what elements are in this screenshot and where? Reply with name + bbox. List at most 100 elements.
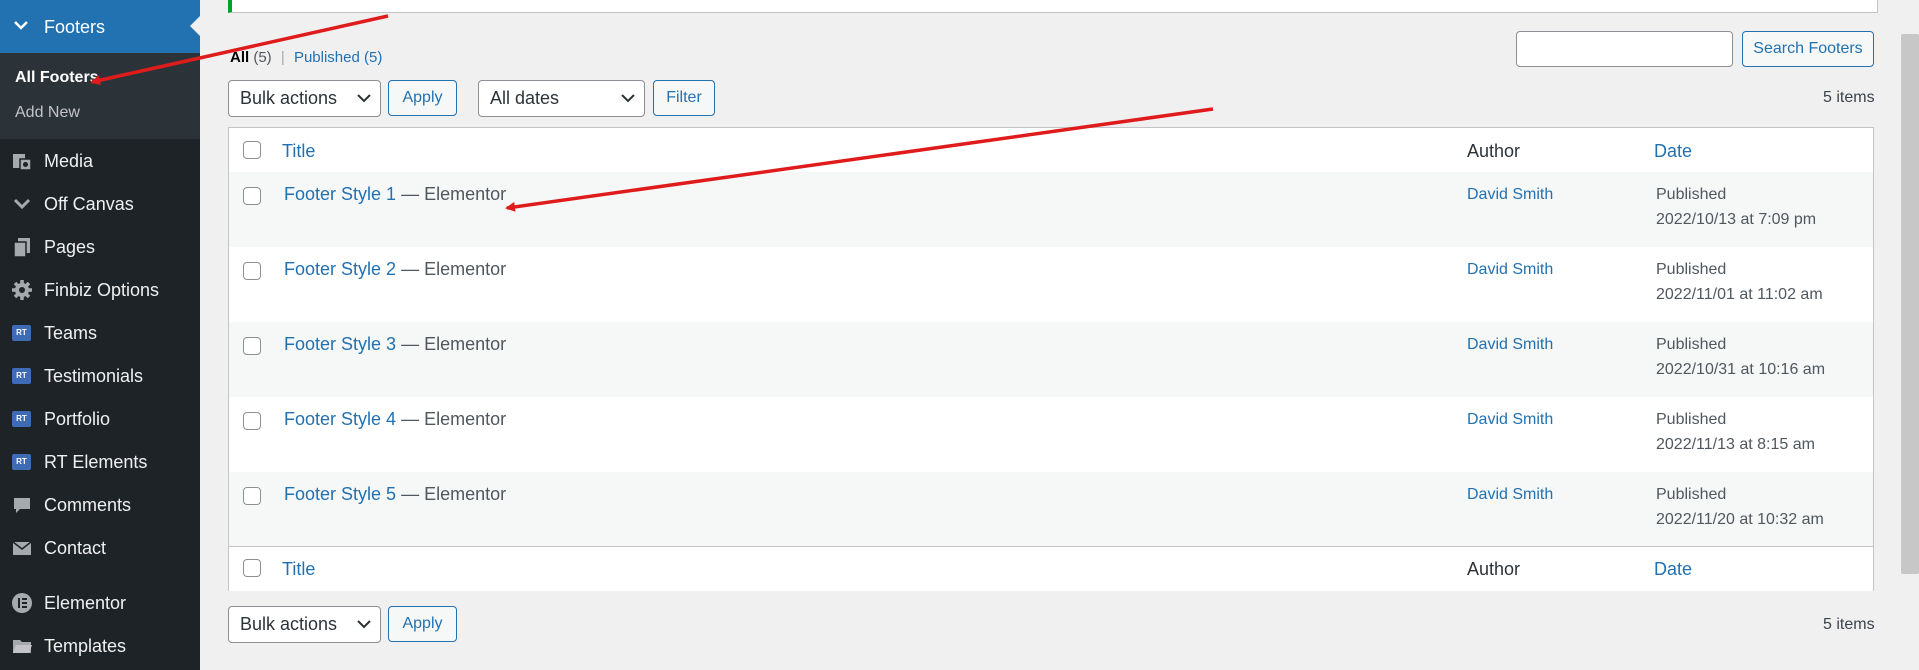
menu-pointer	[190, 16, 200, 36]
sidebar-item-label: Portfolio	[44, 409, 111, 429]
sidebar-item-testimonials[interactable]: RT Testimonials	[0, 357, 200, 393]
row-status: Published	[1656, 411, 1727, 428]
sidebar-item-portfolio[interactable]: RT Portfolio	[0, 400, 200, 436]
row-title: Footer Style 4 — Elementor	[284, 409, 506, 430]
column-author: Author	[1467, 141, 1521, 161]
table-row: Footer Style 1 — Elementor David Smith P…	[229, 172, 1873, 247]
sidebar-item-contact[interactable]: Contact	[0, 529, 200, 565]
filter-button[interactable]: Filter	[653, 80, 715, 116]
row-status: Published	[1656, 336, 1727, 353]
filter-all[interactable]: All	[230, 49, 249, 66]
rt-icon: RT	[12, 368, 31, 384]
column-title-footer[interactable]: Title	[282, 559, 315, 580]
sidebar-item-media[interactable]: Media	[0, 142, 200, 178]
footers-table: Title Author Date Footer Style 1 — Eleme…	[228, 127, 1874, 591]
folder-icon	[13, 640, 32, 653]
table-row: Footer Style 5 — Elementor David Smith P…	[229, 472, 1873, 547]
row-title-suffix: — Elementor	[396, 184, 507, 204]
rt-icon: RT	[12, 454, 31, 470]
filter-published[interactable]: Published	[294, 49, 360, 66]
sidebar-item-label: Off Canvas	[44, 194, 134, 214]
sidebar-item-pages[interactable]: Pages	[0, 228, 200, 264]
submenu-all-footers[interactable]: All Footers	[15, 69, 99, 87]
row-title-link[interactable]: Footer Style 5	[284, 484, 396, 504]
bulk-actions-select-bottom[interactable]: Bulk actions	[228, 606, 381, 643]
sidebar-item-templates[interactable]: Templates	[0, 627, 200, 663]
search-footers-button[interactable]: Search Footers	[1742, 31, 1874, 67]
row-title: Footer Style 5 — Elementor	[284, 484, 506, 505]
filter-all-count: (5)	[253, 49, 272, 66]
elementor-icon	[12, 593, 32, 613]
row-title-link[interactable]: Footer Style 2	[284, 259, 396, 279]
column-date[interactable]: Date	[1654, 141, 1692, 162]
sidebar-item-comments[interactable]: Comments	[0, 486, 200, 522]
sidebar-item-label: RT Elements	[44, 452, 148, 472]
sidebar-item-footers[interactable]: Footers	[0, 0, 200, 53]
sidebar-item-label: Footers	[44, 17, 106, 37]
row-datetime: 2022/10/13 at 7:09 pm	[1656, 211, 1817, 228]
row-title-link[interactable]: Footer Style 4	[284, 409, 396, 429]
chevron-down-icon	[357, 620, 371, 629]
row-checkbox[interactable]	[243, 487, 261, 505]
column-date-footer[interactable]: Date	[1654, 559, 1692, 580]
sidebar-item-label: Templates	[44, 636, 127, 656]
sidebar-item-rt-elements[interactable]: RT RT Elements	[0, 443, 200, 479]
bulk-actions-value: Bulk actions	[240, 614, 338, 634]
column-author-footer: Author	[1467, 559, 1521, 579]
row-title-suffix: — Elementor	[396, 409, 507, 429]
row-checkbox[interactable]	[243, 412, 261, 430]
sidebar-item-off-canvas[interactable]: Off Canvas	[0, 185, 200, 221]
row-checkbox[interactable]	[243, 262, 261, 280]
row-author[interactable]: David Smith	[1467, 336, 1553, 354]
submenu-add-new[interactable]: Add New	[15, 104, 80, 122]
row-title: Footer Style 1 — Elementor	[284, 184, 506, 205]
sidebar-item-teams[interactable]: RT Teams	[0, 314, 200, 350]
row-status: Published	[1656, 261, 1727, 278]
select-all-checkbox-footer[interactable]	[243, 559, 261, 577]
row-title-link[interactable]: Footer Style 3	[284, 334, 396, 354]
row-status: Published	[1656, 486, 1727, 503]
apply-button[interactable]: Apply	[388, 80, 457, 116]
chevron-down-icon	[621, 94, 635, 103]
rt-icon: RT	[12, 325, 31, 341]
row-author[interactable]: David Smith	[1467, 486, 1553, 504]
filter-published-count: (5)	[364, 49, 383, 66]
row-datetime: 2022/11/13 at 8:15 am	[1656, 436, 1815, 453]
sidebar-item-elementor[interactable]: Elementor	[0, 584, 200, 620]
scrollbar[interactable]	[1901, 34, 1919, 574]
sidebar-item-label: Pages	[44, 237, 96, 257]
row-datetime: 2022/10/31 at 10:16 am	[1656, 361, 1826, 378]
status-filters: All (5) | Published (5)	[230, 49, 382, 66]
row-title: Footer Style 2 — Elementor	[284, 259, 506, 280]
rt-icon: RT	[12, 411, 31, 427]
sidebar-item-label: Elementor	[44, 593, 127, 613]
sidebar-item-label: Teams	[44, 323, 98, 343]
row-author[interactable]: David Smith	[1467, 186, 1553, 204]
bulk-actions-select[interactable]: Bulk actions	[228, 80, 381, 117]
search-input[interactable]	[1516, 31, 1733, 67]
media-icon	[13, 154, 32, 171]
mail-icon	[12, 541, 32, 555]
row-title-suffix: — Elementor	[396, 334, 507, 354]
row-status: Published	[1656, 186, 1727, 203]
sidebar-item-finbiz-options[interactable]: Finbiz Options	[0, 271, 200, 307]
chevron-down-icon	[13, 198, 31, 210]
dates-value: All dates	[490, 88, 560, 108]
row-title-suffix: — Elementor	[396, 259, 507, 279]
bulk-actions-value: Bulk actions	[240, 88, 338, 108]
sidebar-item-label: Finbiz Options	[44, 280, 160, 300]
row-checkbox[interactable]	[243, 187, 261, 205]
select-all-checkbox[interactable]	[243, 141, 261, 159]
row-author[interactable]: David Smith	[1467, 411, 1553, 429]
row-title-link[interactable]: Footer Style 1	[284, 184, 396, 204]
dates-select[interactable]: All dates	[478, 80, 645, 117]
sidebar-item-label: Comments	[44, 495, 132, 515]
row-checkbox[interactable]	[243, 337, 261, 355]
admin-sidebar: Footers All Footers Add New Media Off Ca…	[0, 0, 200, 670]
table-footer: Title Author Date	[229, 546, 1873, 591]
apply-button-bottom[interactable]: Apply	[388, 606, 457, 642]
row-title-suffix: — Elementor	[396, 484, 507, 504]
row-author[interactable]: David Smith	[1467, 261, 1553, 279]
column-title[interactable]: Title	[282, 141, 315, 162]
comment-icon	[14, 498, 30, 513]
